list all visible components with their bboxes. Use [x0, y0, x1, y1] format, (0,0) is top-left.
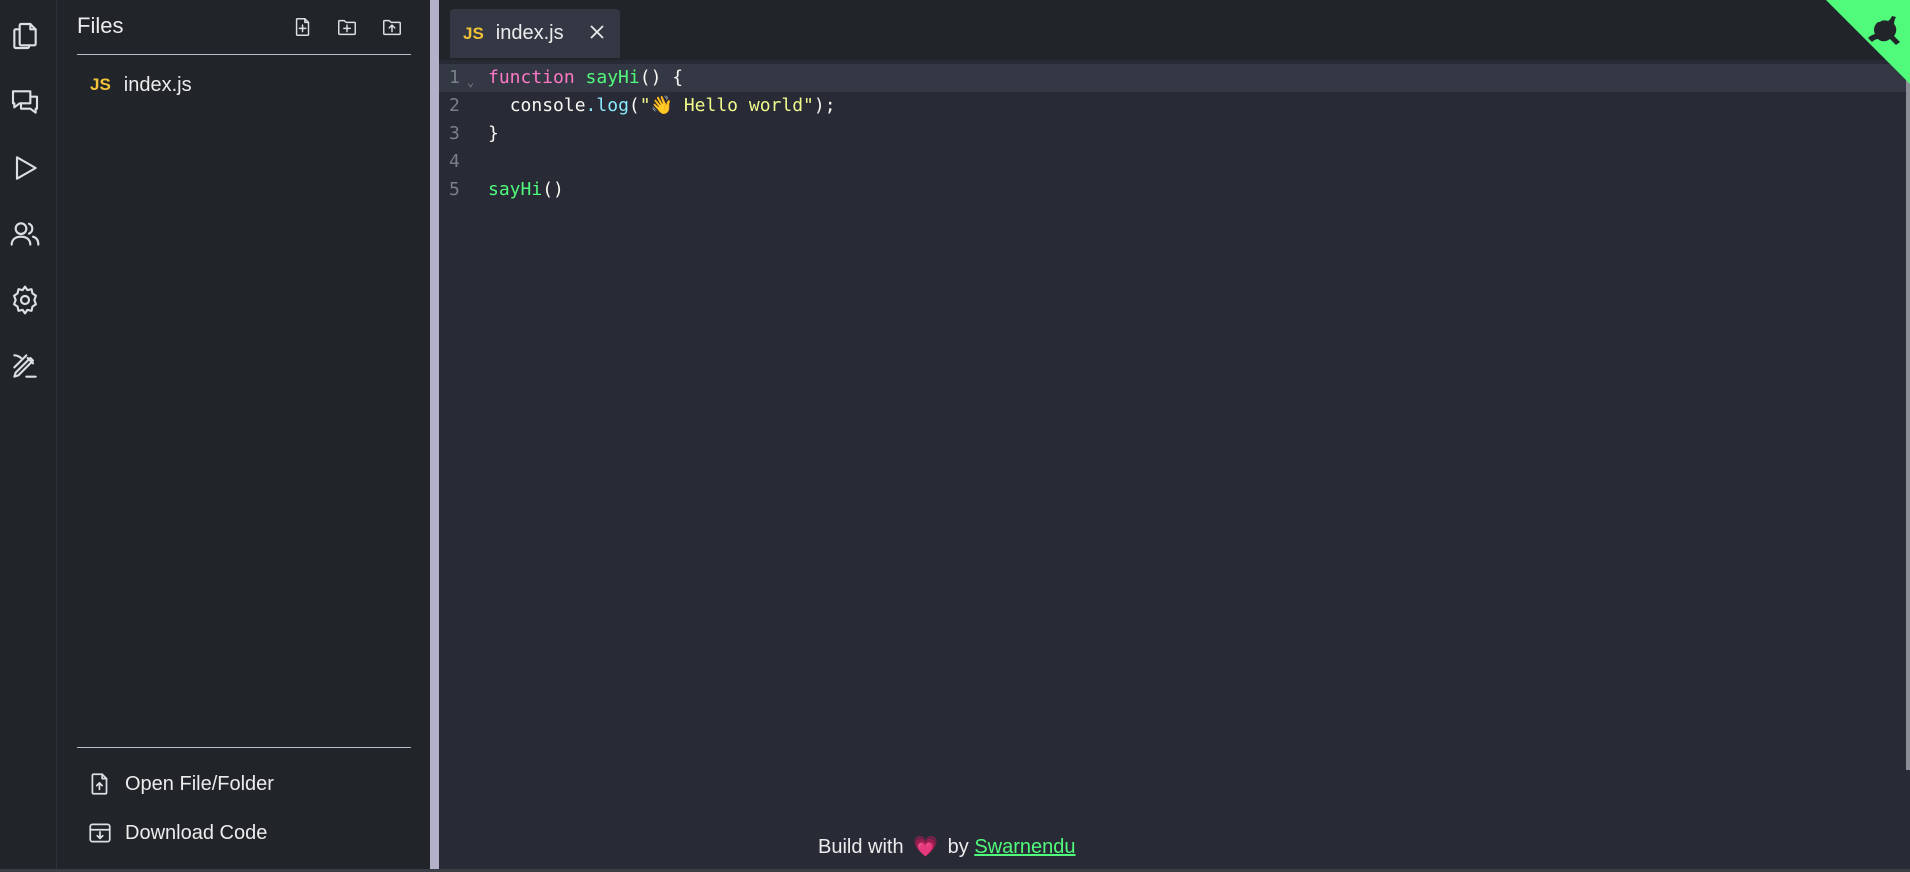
- credit-prefix: Build with: [818, 836, 904, 858]
- code-line[interactable]: 4: [439, 148, 1906, 176]
- github-corner-icon[interactable]: [1826, 0, 1910, 84]
- code-editor: JS index.js 1 ⌄ function sayHi() { 2 con…: [439, 0, 1910, 872]
- tab-index-js[interactable]: JS index.js: [450, 9, 620, 58]
- new-file-icon: [295, 18, 310, 36]
- file-explorer: Files JS index.js Open File/Folder Downl…: [57, 0, 430, 872]
- code-line[interactable]: 5 sayHi(): [439, 176, 1906, 204]
- heart-icon: 💗: [913, 836, 939, 858]
- files-icon[interactable]: [5, 16, 45, 56]
- code-line[interactable]: 1 ⌄ function sayHi() {: [439, 64, 1906, 92]
- tab-bar: JS index.js: [439, 0, 1910, 60]
- function-token: sayHi: [585, 67, 640, 88]
- code-area[interactable]: 1 ⌄ function sayHi() { 2 console.log("👋 …: [439, 60, 1910, 872]
- object-token: console: [509, 95, 586, 116]
- line-code: }: [488, 123, 499, 144]
- punct-token: (): [542, 179, 564, 200]
- js-file-icon: JS: [463, 23, 484, 43]
- upload-folder-icon: [383, 19, 401, 36]
- activity-bar: [0, 0, 57, 872]
- new-file-button[interactable]: [289, 13, 317, 41]
- open-file-folder-button[interactable]: Open File/Folder: [87, 766, 274, 802]
- punct-token: (: [628, 95, 640, 116]
- download-code-label: Download Code: [125, 821, 268, 844]
- code-line[interactable]: 2 console.log("👋 Hello world");: [439, 92, 1906, 120]
- divider: [77, 747, 411, 748]
- close-tab-button[interactable]: [586, 21, 610, 45]
- line-number: 3: [449, 123, 460, 144]
- download-code-button[interactable]: Download Code: [87, 815, 267, 851]
- file-upload-icon: [91, 773, 108, 795]
- archive-download-icon: [89, 823, 111, 843]
- upload-folder-button[interactable]: [378, 13, 406, 41]
- punct-token: );: [813, 95, 836, 116]
- draw-icon[interactable]: [5, 346, 45, 386]
- file-name: index.js: [123, 73, 192, 96]
- divider: [77, 54, 411, 55]
- tab-label: index.js: [495, 22, 564, 44]
- collaborators-icon[interactable]: [5, 214, 45, 254]
- keyword-token: function: [488, 67, 575, 88]
- credit-footer: Build with 💗 by Swarnendu: [818, 834, 1076, 859]
- dot-token: .: [585, 95, 597, 116]
- line-code: sayHi(): [488, 176, 564, 204]
- editor-scrollbar[interactable]: [1906, 60, 1910, 770]
- files-title: Files: [77, 13, 124, 38]
- line-number: 2: [449, 95, 460, 116]
- method-token: log: [596, 95, 629, 116]
- settings-icon[interactable]: [5, 280, 45, 320]
- author-link[interactable]: Swarnendu: [974, 836, 1075, 858]
- file-item-index-js[interactable]: JS index.js: [77, 70, 411, 100]
- function-token: sayHi: [488, 179, 543, 200]
- string-token: "👋 Hello world": [639, 95, 814, 116]
- line-number: 5: [449, 179, 460, 200]
- run-icon[interactable]: [5, 148, 45, 188]
- close-icon: [590, 25, 604, 39]
- app-root: Files JS index.js Open File/Folder Downl…: [0, 0, 1910, 872]
- chat-icon[interactable]: [5, 82, 45, 122]
- line-code: console.log("👋 Hello world");: [488, 92, 836, 120]
- code-line[interactable]: 3 }: [439, 120, 1906, 148]
- new-folder-icon: [338, 19, 356, 36]
- credit-by: by: [947, 836, 969, 858]
- line-code: function sayHi() {: [488, 64, 683, 92]
- js-file-icon: JS: [90, 75, 111, 94]
- new-folder-button[interactable]: [333, 13, 361, 41]
- panel-resizer[interactable]: [430, 0, 439, 872]
- line-number: 4: [449, 151, 460, 172]
- open-file-folder-label: Open File/Folder: [125, 772, 274, 795]
- punct-token: () {: [639, 67, 684, 88]
